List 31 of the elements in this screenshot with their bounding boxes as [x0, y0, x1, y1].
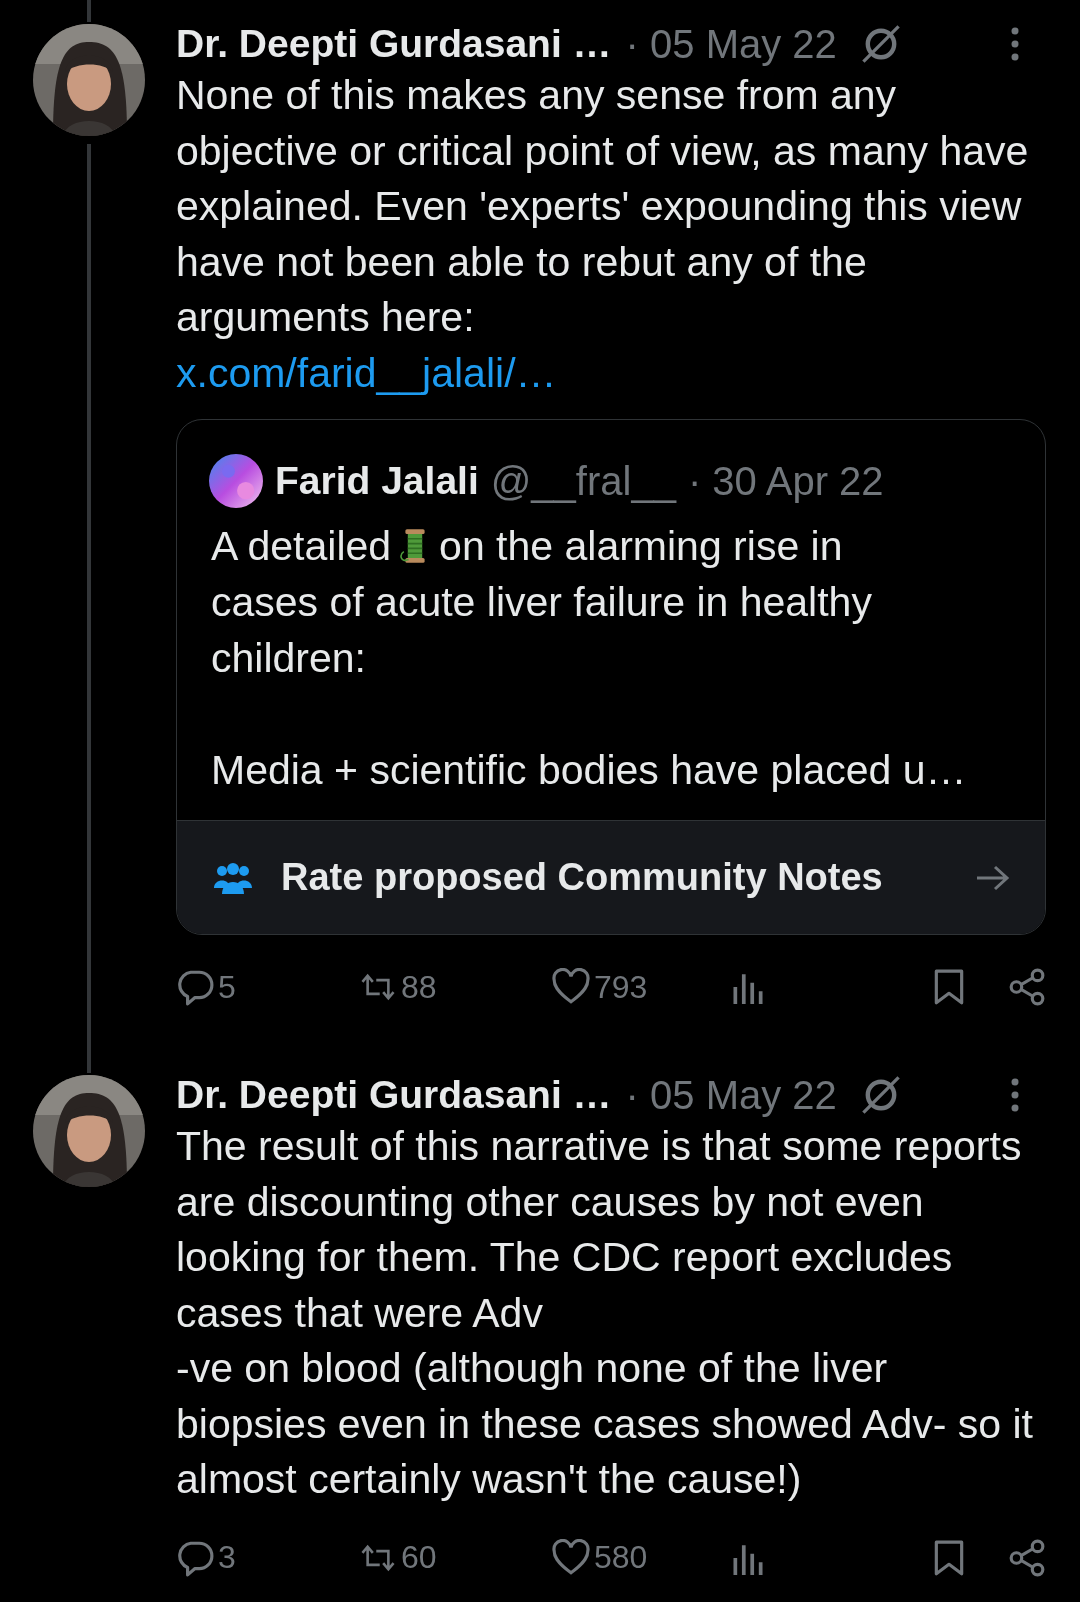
reply-icon[interactable]	[176, 968, 214, 1006]
post-date[interactable]: · 05 May 22	[625, 21, 837, 67]
repost-count: 88	[401, 968, 437, 1006]
like-icon[interactable]	[552, 968, 590, 1006]
quoted-handle: @__fral__	[490, 458, 676, 504]
community-notes-bar[interactable]: Rate proposed Community Notes	[177, 820, 1045, 934]
quoted-date: · 30 Apr 22	[687, 458, 884, 504]
quoted-text: cases of acute liver failure in healthy children: Media + scientific bodies have placed u…	[211, 578, 968, 795]
arrow-right-icon	[975, 863, 1011, 892]
post-text: The result of this narrative is that some reports are discounting other causes by not even looking for them. The CDC report excludes cases that were Adv -ve on blood (although none of the liver biopsies even in these cases showed Adv- so it almost certainly wasn't the cause!)	[176, 1122, 1034, 1504]
post-date[interactable]: · 05 May 22	[625, 1072, 837, 1118]
quoted-author-name: Farid Jalali	[275, 459, 479, 503]
author-name[interactable]: Dr. Deepti Gurdasani …	[176, 1073, 612, 1117]
more-icon[interactable]	[1010, 1077, 1020, 1113]
like-count: 793	[594, 968, 648, 1006]
post-text: None of this makes any sense from any objective or critical point of view, as many have explained. Even 'experts' expounding this view have not been able to rebut any of the arguments here:	[176, 71, 1030, 342]
share-icon[interactable]	[1008, 1538, 1046, 1577]
quoted-text: on the alarming rise in	[439, 522, 843, 571]
reply-count: 5	[218, 968, 236, 1006]
post-link[interactable]: x.com/farid__jalali/…	[176, 349, 557, 396]
quoted-post[interactable]: Farid Jalali @__fral__ · 30 Apr 22 A detailed on the alarming rise in cases of acute liver failure in healthy children: Media + scientific bodies have placed u… Rate proposed Community Notes	[176, 419, 1046, 935]
people-icon	[213, 861, 253, 894]
like-count: 580	[594, 1539, 648, 1576]
like-icon[interactable]	[552, 1538, 590, 1577]
repost-count: 60	[401, 1539, 437, 1576]
reply-count: 3	[218, 1539, 236, 1576]
more-icon[interactable]	[1010, 26, 1020, 62]
share-icon[interactable]	[1008, 968, 1046, 1006]
author-name[interactable]: Dr. Deepti Gurdasani …	[176, 22, 612, 66]
notes-label: Rate proposed Community Notes	[281, 856, 883, 899]
quoted-text: A detailed	[211, 522, 392, 571]
